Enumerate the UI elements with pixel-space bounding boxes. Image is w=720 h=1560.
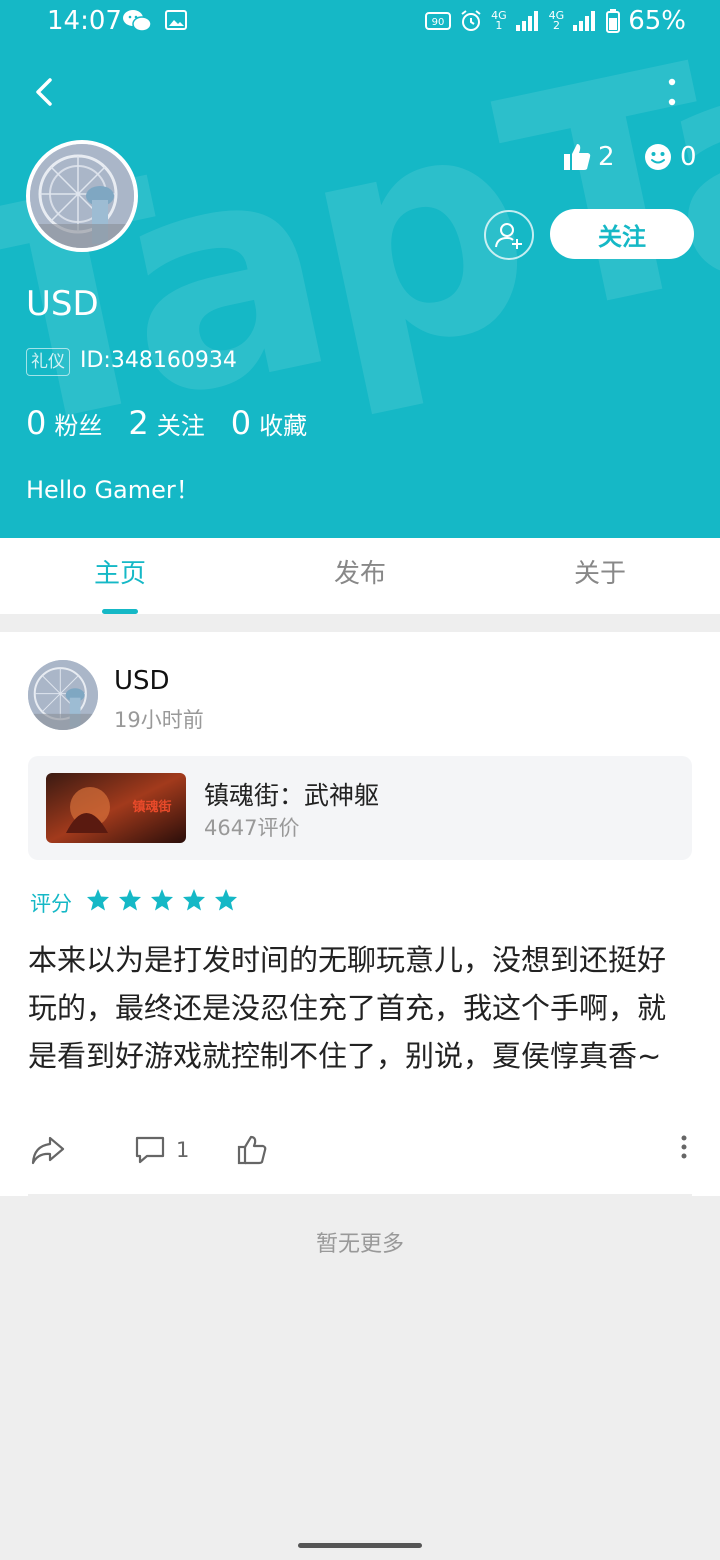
- tab-about[interactable]: 关于: [480, 538, 720, 614]
- divider: [28, 1194, 692, 1196]
- tab-posts[interactable]: 发布: [240, 538, 480, 614]
- more-options-button[interactable]: [656, 72, 688, 112]
- home-indicator[interactable]: [298, 1543, 422, 1548]
- likes-stat: 2: [562, 142, 615, 172]
- thumbs-up-outline-icon: [237, 1135, 267, 1165]
- tab-home[interactable]: 主页: [0, 538, 240, 614]
- profile-counts: 0 粉丝 2 关注 0 收藏: [26, 404, 307, 442]
- sim1-indicator: 4G 1: [491, 9, 507, 32]
- share-icon: [31, 1136, 65, 1165]
- status-bar: 14:07 90 4G 1 4G 2 65%: [0, 0, 720, 44]
- profile-header: TapTap 14:07 90 4G 1 4G 2 65% 2 0 关注 USD…: [0, 0, 720, 538]
- game-review-count: 4647评价: [204, 816, 300, 840]
- user-badge[interactable]: 礼仪: [26, 348, 70, 376]
- like-button[interactable]: [236, 1134, 268, 1166]
- game-thumbnail: 镇魂街: [46, 773, 186, 843]
- review-post-card[interactable]: [0, 632, 720, 1196]
- signal-icon: [515, 11, 538, 31]
- no-more-text: 暂无更多: [315, 1232, 404, 1257]
- post-timestamp: 19小时前: [114, 708, 204, 732]
- comment-count: 1: [176, 1138, 190, 1162]
- rating-label: 评分: [30, 892, 72, 916]
- fan-avatar-image: [30, 144, 134, 248]
- post-actions: 1: [0, 1134, 720, 1174]
- signal-icon: [573, 11, 596, 31]
- svg-text:镇魂街: 镇魂街: [132, 799, 171, 815]
- alarm-icon: [461, 10, 481, 31]
- more-vertical-icon: [668, 78, 676, 106]
- game-title: 镇魂街：武神躯: [204, 781, 380, 810]
- back-button[interactable]: [24, 72, 64, 112]
- comment-icon: [135, 1136, 165, 1164]
- smile-icon: [645, 144, 671, 170]
- profile-username: USD: [26, 284, 99, 324]
- battery-icon: [606, 9, 621, 33]
- star-icon: [87, 889, 109, 911]
- profile-bio: Hello Gamer！: [26, 476, 200, 504]
- smiles-stat: 0: [644, 142, 697, 172]
- share-button[interactable]: [30, 1134, 66, 1166]
- post-author-avatar[interactable]: [28, 660, 98, 730]
- rating-stars: [86, 888, 238, 912]
- add-user-icon: [495, 223, 522, 249]
- add-friend-button[interactable]: [484, 210, 534, 260]
- star-icon: [183, 889, 205, 911]
- post-author-name[interactable]: USD: [114, 666, 170, 696]
- speed-icon: 90: [425, 12, 452, 30]
- star-icon: [119, 889, 141, 911]
- status-time: 14:07: [47, 6, 122, 36]
- following-count[interactable]: 2 关注: [128, 404, 204, 442]
- post-more-button[interactable]: [680, 1134, 688, 1160]
- active-tab-indicator: [102, 609, 138, 614]
- review-text[interactable]: 本来以为是打发时间的无聊玩意儿，没想到还挺好玩的，最终还是没忍住充了首充，我这个…: [28, 936, 692, 1080]
- comment-button[interactable]: 1: [134, 1134, 189, 1166]
- follow-button[interactable]: 关注: [550, 209, 694, 259]
- more-vertical-icon: [681, 1135, 687, 1159]
- wechat-icon: [123, 10, 152, 32]
- profile-tabs: 主页 发布 关于: [0, 538, 720, 614]
- battery-level: 65%: [628, 6, 686, 36]
- gallery-icon: [165, 10, 187, 30]
- svg-text:90: 90: [432, 17, 445, 28]
- chevron-left-icon: [36, 78, 52, 106]
- star-icon: [215, 889, 237, 911]
- thumbs-up-icon: [564, 144, 591, 170]
- followers-count[interactable]: 0 粉丝: [26, 404, 102, 442]
- avatar[interactable]: [26, 140, 138, 252]
- fan-avatar-image: [28, 660, 98, 730]
- user-id: ID:348160934: [80, 348, 237, 373]
- star-icon: [151, 889, 173, 911]
- sim2-indicator: 4G 2: [548, 9, 565, 32]
- favorites-count[interactable]: 0 收藏: [231, 404, 307, 442]
